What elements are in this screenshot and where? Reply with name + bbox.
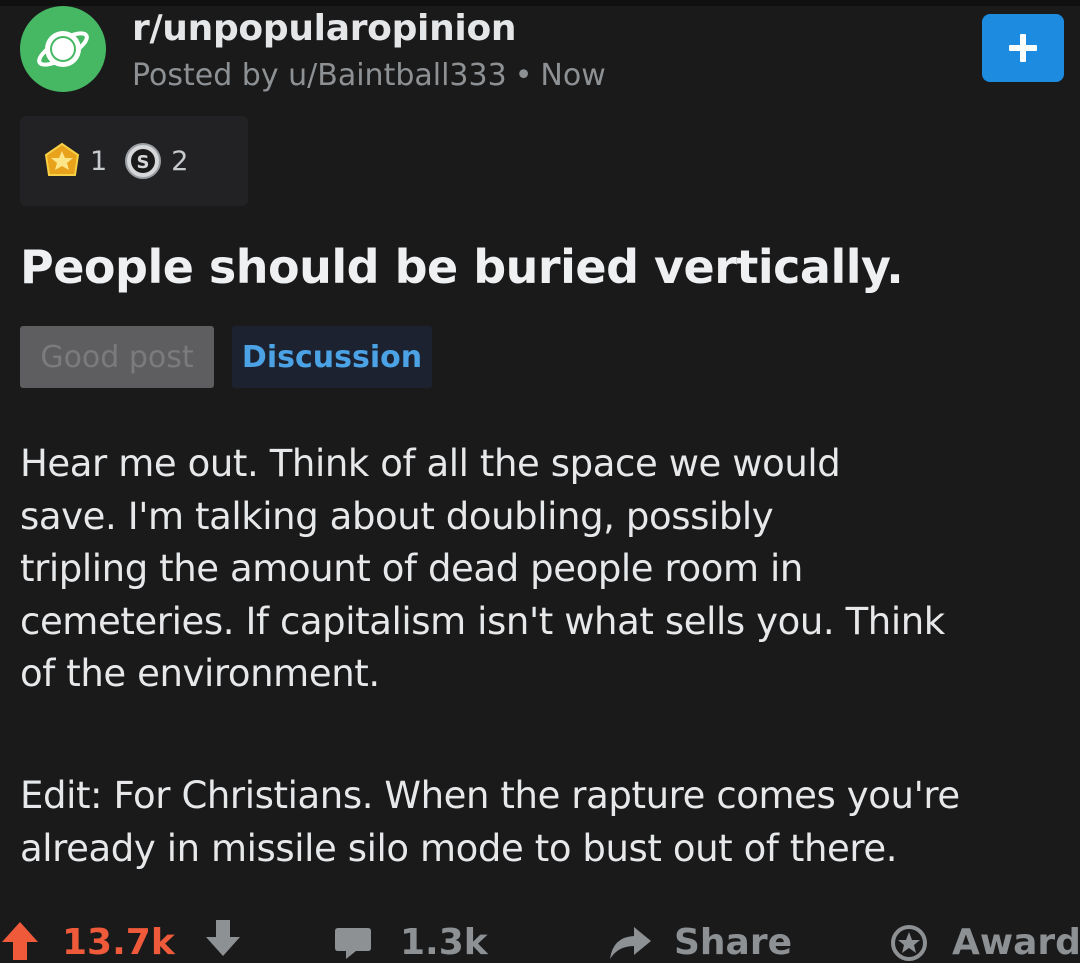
silver-award-count: 2 xyxy=(171,145,189,177)
award-star-icon xyxy=(891,924,927,961)
join-button[interactable] xyxy=(982,14,1064,82)
post-time: Now xyxy=(540,58,606,93)
post-edit: Edit: For Christians. When the rapture c… xyxy=(20,770,1080,875)
post-title[interactable]: People should be buried vertically. xyxy=(20,240,904,294)
top-edge xyxy=(0,0,1080,6)
share-label: Share xyxy=(674,922,793,963)
body-line: of the environment. xyxy=(20,652,380,695)
body-line: tripling the amount of dead people room … xyxy=(20,547,803,590)
comments-button[interactable]: 1.3k xyxy=(334,922,488,963)
silver-award-icon: S xyxy=(123,141,163,181)
vote-score: 13.7k xyxy=(62,922,175,963)
comment-count: 1.3k xyxy=(400,922,488,963)
body-line: Hear me out. Think of all the space we w… xyxy=(20,442,841,485)
post-body: Hear me out. Think of all the space we w… xyxy=(20,438,1070,701)
award-label: Award xyxy=(952,922,1080,963)
svg-text:S: S xyxy=(137,152,150,173)
flair-good-post[interactable]: Good post xyxy=(20,326,214,388)
posted-by[interactable]: Posted by u/Baintball333 xyxy=(132,58,507,93)
edit-line: already in missile silo mode to bust out… xyxy=(20,826,898,870)
subreddit-avatar[interactable] xyxy=(20,6,106,92)
edit-line: Edit: For Christians. When the rapture c… xyxy=(20,774,960,817)
body-line: save. I'm talking about doubling, possib… xyxy=(20,494,774,538)
subreddit-name[interactable]: r/unpopularopinion xyxy=(132,8,517,49)
upvote-button[interactable] xyxy=(0,920,40,960)
downvote-arrow-icon xyxy=(206,920,240,956)
action-bar: 13.7k 1.3k Share Award xyxy=(0,912,1080,963)
share-arrow-icon xyxy=(610,926,651,959)
gold-award-icon xyxy=(42,141,82,181)
body-line: cemeteries. If capitalism isn't what sel… xyxy=(20,599,945,643)
downvote-button[interactable] xyxy=(204,920,242,958)
meta-separator: • xyxy=(514,58,533,93)
awards-row[interactable]: 1 S 2 xyxy=(20,116,248,206)
post-meta: Posted by u/Baintball333 • Now xyxy=(132,58,606,93)
gold-award-count: 1 xyxy=(90,145,108,177)
share-button[interactable]: Share xyxy=(608,922,792,963)
plus-icon xyxy=(1009,34,1037,62)
planet-icon xyxy=(37,31,89,67)
upvote-arrow-icon xyxy=(2,922,38,960)
flair-discussion[interactable]: Discussion xyxy=(232,326,432,388)
award-button[interactable]: Award xyxy=(890,922,1080,963)
comment-bubble-icon xyxy=(335,927,371,959)
